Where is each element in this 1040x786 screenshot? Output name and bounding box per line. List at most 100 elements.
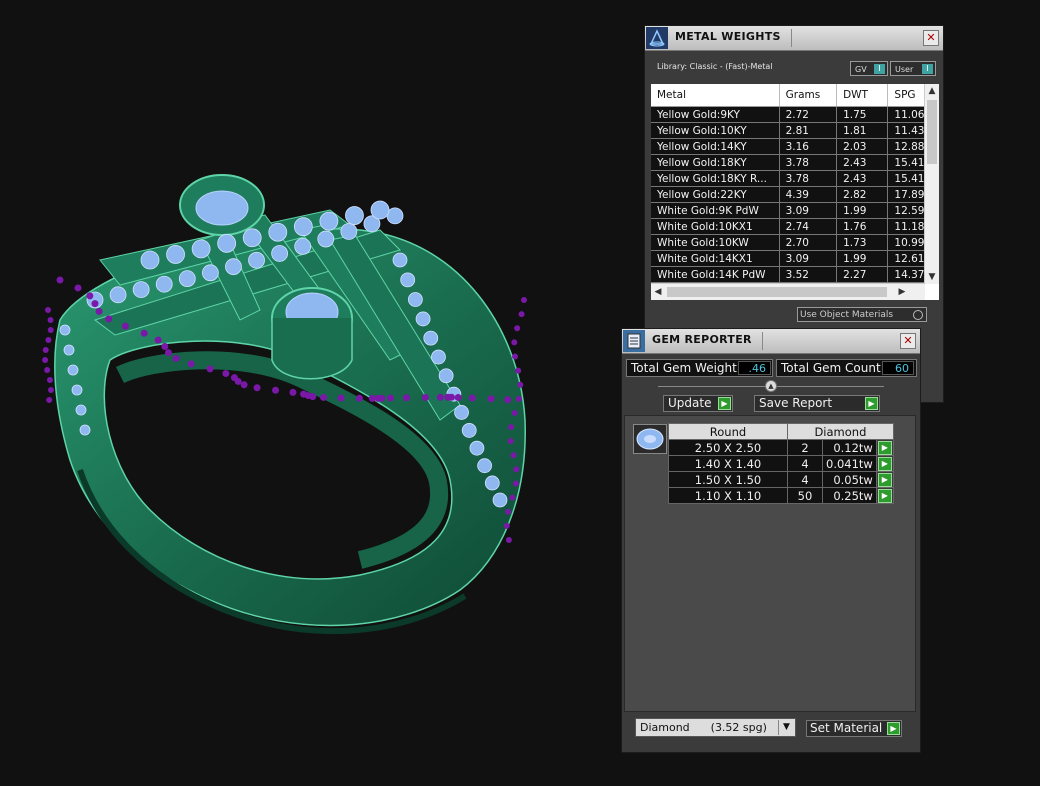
table-row[interactable]: White Gold:10KX1 2.74 1.76 11.18 bbox=[651, 218, 939, 235]
grams-value: 3.78 bbox=[779, 170, 838, 187]
pave-stone bbox=[242, 228, 262, 248]
dwt-value: 2.43 bbox=[836, 154, 889, 171]
prong bbox=[105, 315, 113, 323]
update-button[interactable]: Update ▶ bbox=[663, 395, 733, 412]
splitter-handle-icon[interactable]: ▲ bbox=[765, 380, 777, 392]
set-material-button[interactable]: Set Material ▶ bbox=[806, 720, 902, 737]
prong bbox=[164, 349, 172, 357]
prong bbox=[187, 360, 195, 368]
scroll-down-icon[interactable]: ▼ bbox=[925, 270, 939, 284]
prong bbox=[172, 354, 180, 362]
column-header-metal[interactable]: Metal bbox=[651, 84, 780, 107]
table-row[interactable]: Yellow Gold:18KY 3.78 2.43 15.41 bbox=[651, 154, 939, 171]
table-row[interactable]: Yellow Gold:9KY 2.72 1.75 11.06 bbox=[651, 106, 939, 123]
prong bbox=[454, 394, 462, 402]
prong bbox=[468, 394, 476, 402]
table-row[interactable]: White Gold:14KX1 3.09 1.99 12.61 bbox=[651, 250, 939, 267]
table-row[interactable]: White Gold:14K PdW 3.52 2.27 14.37 bbox=[651, 266, 939, 283]
metal-weights-titlebar[interactable]: METAL WEIGHTS ✕ bbox=[645, 26, 943, 51]
titlebar-divider bbox=[762, 332, 763, 350]
gem-count: 4 bbox=[787, 455, 823, 472]
pave-stone bbox=[415, 311, 431, 327]
column-header-grams[interactable]: Grams bbox=[779, 84, 838, 107]
gem-row-go-button[interactable]: ▶ bbox=[875, 471, 894, 488]
save-report-button[interactable]: Save Report ▶ bbox=[754, 395, 880, 412]
gem-row-go-button[interactable]: ▶ bbox=[875, 487, 894, 504]
gem-list: Round Diamond 2.50 X 2.50 2 0.12tw ▶ 1.40 X… bbox=[624, 415, 916, 712]
pave-stone bbox=[431, 349, 446, 365]
chevron-down-icon[interactable]: ▼ bbox=[778, 720, 794, 735]
table-row[interactable]: Yellow Gold:10KY 2.81 1.81 11.43 bbox=[651, 122, 939, 139]
grams-value: 3.16 bbox=[779, 138, 838, 155]
gem-row-go-button[interactable]: ▶ bbox=[875, 439, 894, 456]
column-header-dwt[interactable]: DWT bbox=[836, 84, 889, 107]
pave-stone bbox=[386, 207, 404, 225]
metal-name: White Gold:10KW bbox=[651, 234, 780, 251]
prong bbox=[511, 339, 518, 346]
pave-stone bbox=[217, 233, 237, 253]
pave-stone bbox=[225, 258, 242, 276]
gem-row[interactable]: 1.10 X 1.10 50 0.25tw ▶ bbox=[668, 487, 894, 504]
gem-reporter-icon bbox=[623, 330, 645, 352]
metal-name: Yellow Gold:14KY bbox=[651, 138, 780, 155]
gem-reporter-titlebar[interactable]: GEM REPORTER ✕ bbox=[622, 329, 920, 354]
table-row[interactable]: Yellow Gold:22KY 4.39 2.82 17.89 bbox=[651, 186, 939, 203]
use-object-materials-toggle[interactable]: Use Object Materials bbox=[797, 307, 927, 322]
pave-stone bbox=[407, 292, 423, 307]
gem-row-go-button[interactable]: ▶ bbox=[875, 455, 894, 472]
horizontal-scrollbar[interactable]: ◀ ▶ bbox=[651, 283, 925, 300]
prong bbox=[511, 409, 518, 416]
table-row[interactable]: White Gold:10KW 2.70 1.73 10.99 bbox=[651, 234, 939, 251]
prong bbox=[505, 537, 512, 543]
prong bbox=[140, 329, 148, 337]
close-icon[interactable]: ✕ bbox=[900, 333, 916, 349]
prong bbox=[46, 397, 53, 403]
prong bbox=[45, 337, 52, 343]
gem-table: Round Diamond 2.50 X 2.50 2 0.12tw ▶ 1.40 X… bbox=[668, 423, 894, 504]
vertical-scrollbar[interactable]: ▲ ▼ bbox=[924, 84, 939, 284]
use-object-materials-label: Use Object Materials bbox=[800, 310, 894, 320]
round-gem-icon[interactable] bbox=[633, 424, 667, 454]
ring-model[interactable] bbox=[0, 0, 620, 786]
pave-stone bbox=[71, 384, 83, 396]
prong bbox=[513, 466, 520, 473]
user-toggle[interactable]: User I bbox=[890, 61, 936, 76]
table-row[interactable]: Yellow Gold:18KY R... 3.78 2.43 15.41 bbox=[651, 170, 939, 187]
metal-name: Yellow Gold:22KY bbox=[651, 186, 780, 203]
gem-reporter-panel: GEM REPORTER ✕ Total Gem Weight .46 Tota… bbox=[621, 328, 921, 753]
scroll-thumb[interactable] bbox=[667, 287, 887, 297]
pave-stone bbox=[317, 230, 335, 248]
pave-stone bbox=[370, 200, 390, 220]
metal-name: White Gold:14K PdW bbox=[651, 266, 780, 283]
gv-toggle[interactable]: GV I bbox=[850, 61, 888, 76]
gv-toggle-indicator: I bbox=[874, 64, 885, 74]
library-label: Library: Classic - (Fast)-Metal bbox=[657, 62, 773, 71]
gem-row[interactable]: 1.50 X 1.50 4 0.05tw ▶ bbox=[668, 471, 894, 488]
dwt-value: 1.75 bbox=[836, 106, 889, 123]
table-row[interactable]: Yellow Gold:14KY 3.16 2.03 12.88 bbox=[651, 138, 939, 155]
prong bbox=[44, 367, 51, 373]
gem-row[interactable]: 2.50 X 2.50 2 0.12tw ▶ bbox=[668, 439, 894, 456]
scroll-up-icon[interactable]: ▲ bbox=[925, 84, 939, 98]
close-icon[interactable]: ✕ bbox=[923, 30, 939, 46]
pave-stone bbox=[109, 286, 127, 304]
gem-size: 1.50 X 1.50 bbox=[668, 471, 788, 488]
3d-viewport[interactable] bbox=[0, 0, 620, 786]
update-label: Update bbox=[668, 396, 712, 410]
titlebar-divider bbox=[791, 29, 792, 47]
scroll-thumb[interactable] bbox=[927, 100, 937, 164]
pave-stone bbox=[461, 423, 477, 438]
table-row[interactable]: White Gold:9K PdW 3.09 1.99 12.59 bbox=[651, 202, 939, 219]
scroll-left-icon[interactable]: ◀ bbox=[651, 284, 665, 300]
grams-value: 3.09 bbox=[779, 202, 838, 219]
material-select[interactable]: Diamond (3.52 spg) ▼ bbox=[635, 718, 796, 737]
prong bbox=[86, 292, 94, 300]
gem-row[interactable]: 1.40 X 1.40 4 0.041tw ▶ bbox=[668, 455, 894, 472]
dwt-value: 2.27 bbox=[836, 266, 889, 283]
column-header-cut: Round bbox=[668, 423, 788, 440]
pave-stone bbox=[75, 404, 87, 416]
pave-stone bbox=[166, 245, 185, 264]
scroll-right-icon[interactable]: ▶ bbox=[895, 284, 909, 300]
gem-count: 4 bbox=[787, 471, 823, 488]
dwt-value: 1.73 bbox=[836, 234, 889, 251]
